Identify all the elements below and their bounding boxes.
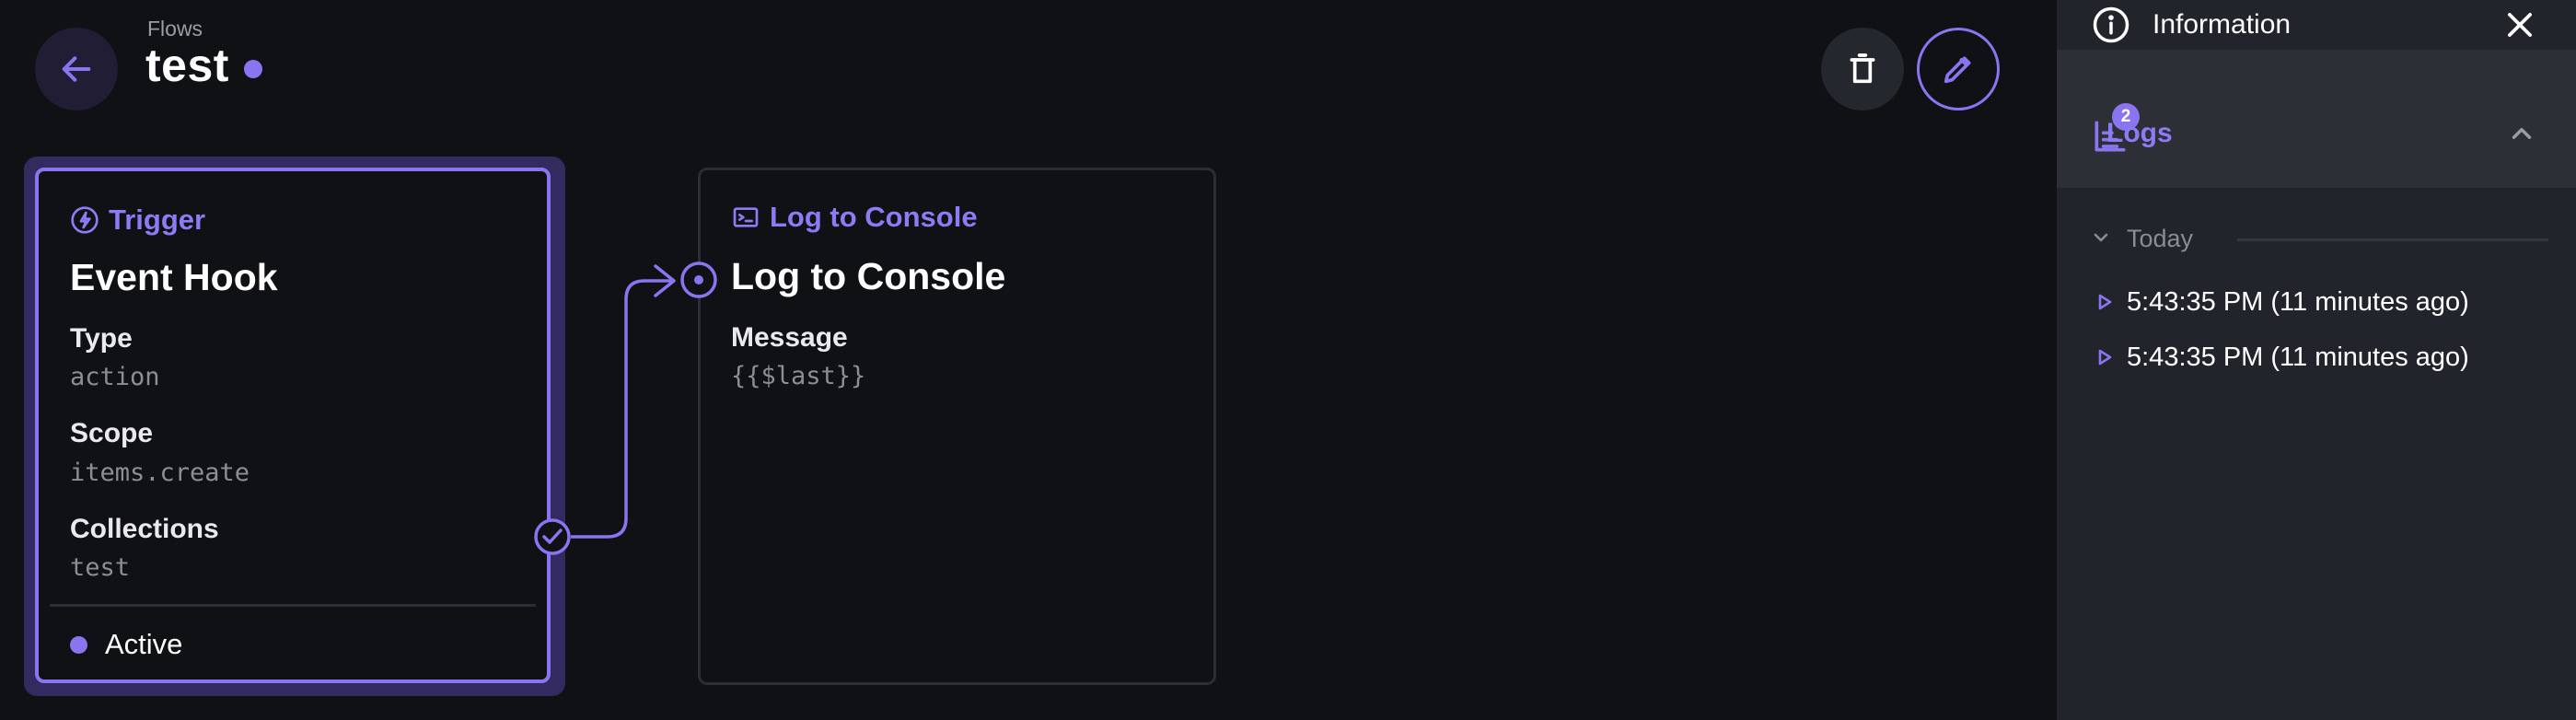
play-icon: [2098, 294, 2112, 310]
log-entry-text: 5:43:35 PM (11 minutes ago): [2127, 342, 2469, 372]
log-entry[interactable]: 5:43:35 PM (11 minutes ago): [2094, 284, 2469, 320]
log-entry[interactable]: 5:43:35 PM (11 minutes ago): [2094, 339, 2469, 376]
play-icon: [2098, 349, 2112, 366]
operation-header-label: Log to Console: [770, 201, 978, 233]
status-indicator: [70, 636, 87, 654]
target-circle-icon[interactable]: [680, 261, 717, 298]
card-divider: [50, 604, 536, 607]
trash-icon: [1850, 53, 1875, 84]
operation-title: Log to Console: [731, 255, 1006, 297]
log-group-label[interactable]: Today: [2127, 225, 2193, 253]
chevron-down-icon[interactable]: [2090, 226, 2112, 249]
log-group-divider: [2237, 238, 2548, 241]
information-row[interactable]: Information: [2057, 0, 2576, 50]
logs-section-header[interactable]: 2 Logs: [2057, 50, 2576, 188]
field-label-message: Message: [731, 322, 848, 353]
information-label: Information: [2152, 9, 2292, 40]
close-icon[interactable]: [2502, 7, 2537, 42]
delete-button[interactable]: [1821, 28, 1904, 110]
pencil-icon: [1944, 56, 1971, 84]
flow-connector: [534, 261, 717, 555]
field-value-message: {{$last}}: [731, 362, 866, 390]
connector-line: [571, 279, 674, 539]
status-label: Active: [105, 628, 183, 660]
chevron-up-icon[interactable]: [2506, 118, 2537, 149]
log-entry-text: 5:43:35 PM (11 minutes ago): [2127, 286, 2469, 317]
info-icon: [2093, 6, 2129, 43]
edit-button[interactable]: [1917, 28, 2000, 110]
sidebar: Information 2 Logs Today 5:43:35 PM (11 …: [2057, 0, 2576, 720]
check-circle-icon[interactable]: [534, 518, 571, 555]
operation-header: Log to Console: [731, 201, 978, 234]
logs-label: Logs: [2106, 118, 2173, 148]
operation-card[interactable]: Log to Console Log to Console Message {{…: [698, 168, 1216, 685]
